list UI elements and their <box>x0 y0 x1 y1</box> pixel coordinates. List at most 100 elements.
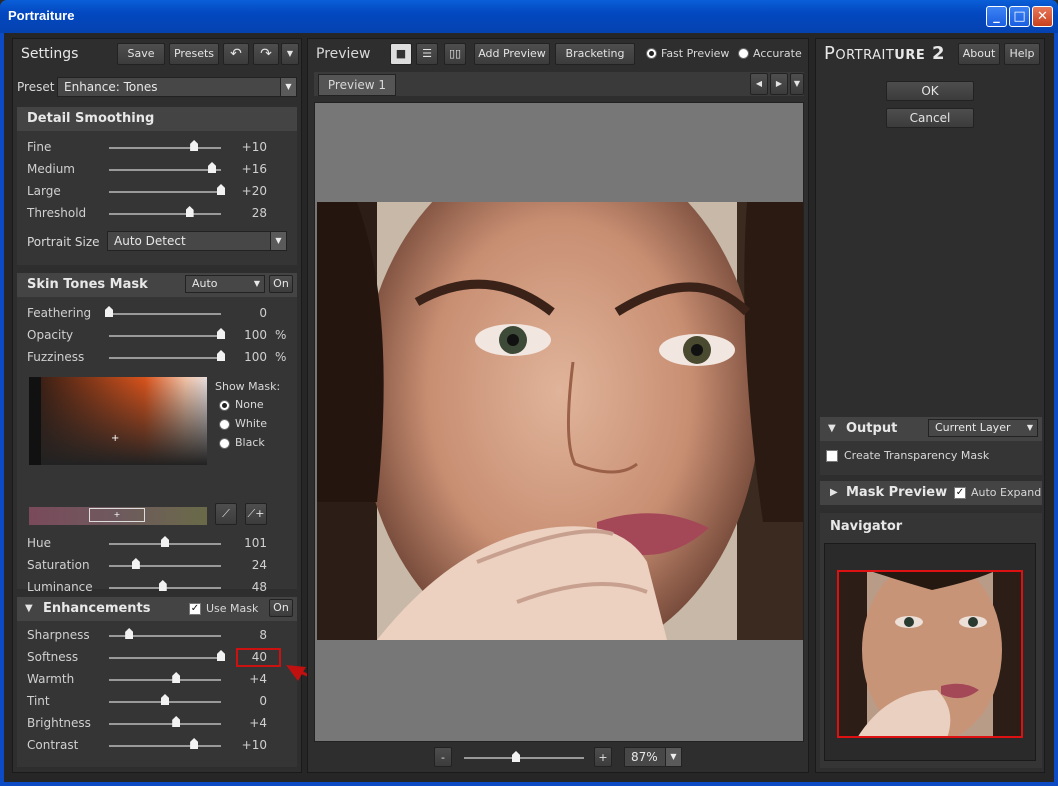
slider-value[interactable]: 101 <box>217 536 267 550</box>
tab-prev-button[interactable]: ◀ <box>750 73 768 95</box>
output-dropdown[interactable]: Current Layer ▼ <box>928 419 1038 437</box>
auto-expand-checkbox[interactable]: ✓ <box>954 487 966 499</box>
navigator-thumbnail[interactable] <box>837 570 1023 738</box>
skin-mode-value: Auto <box>192 277 218 290</box>
enhancements-toggle[interactable]: On <box>269 599 293 617</box>
slider-value[interactable]: +10 <box>217 738 267 752</box>
tab-menu-button[interactable]: ▼ <box>790 73 804 95</box>
ok-button[interactable]: OK <box>886 81 974 101</box>
undo-button[interactable]: ↶ <box>223 43 249 65</box>
slider-track[interactable] <box>109 313 221 315</box>
zoom-in-button[interactable]: + <box>594 747 612 767</box>
zoom-dropdown[interactable]: 87% ▼ <box>624 747 682 767</box>
split-vertical-button[interactable]: ▯▯ <box>444 43 466 65</box>
slider-track[interactable] <box>109 147 221 149</box>
slider-unit: % <box>275 328 287 342</box>
slider-track[interactable] <box>109 679 221 681</box>
skin-mask-toggle[interactable]: On <box>269 275 293 293</box>
slider-thumb[interactable] <box>172 716 181 727</box>
slider-thumb[interactable] <box>158 580 167 591</box>
skin-slider-fuzziness: Fuzziness 100% <box>17 347 297 369</box>
single-view-button[interactable]: ■ <box>390 43 412 65</box>
about-button[interactable]: About <box>958 43 1000 65</box>
mask-option-label: Black <box>235 436 265 449</box>
slider-value[interactable]: 28 <box>217 206 267 220</box>
slider-value[interactable]: +16 <box>217 162 267 176</box>
fast-preview-radio[interactable] <box>646 48 657 59</box>
slider-value[interactable]: 100 <box>217 350 267 364</box>
slider-value[interactable]: 0 <box>217 306 267 320</box>
presets-button[interactable]: Presets <box>169 43 219 65</box>
skin-mode-dropdown[interactable]: Auto ▼ <box>185 275 265 293</box>
close-button[interactable]: ✕ <box>1032 6 1053 27</box>
slider-value[interactable]: 24 <box>217 558 267 572</box>
add-preview-button[interactable]: Add Preview <box>474 43 550 65</box>
save-button[interactable]: Save <box>117 43 165 65</box>
slider-track[interactable] <box>109 565 221 567</box>
slider-track[interactable] <box>109 169 221 171</box>
preset-dropdown[interactable]: Enhance: Tones ▼ <box>57 77 297 97</box>
slider-thumb[interactable] <box>161 536 169 547</box>
maximize-button[interactable]: □ <box>1009 6 1030 27</box>
slider-track[interactable] <box>109 357 221 359</box>
settings-menu-button[interactable]: ▼ <box>281 43 299 65</box>
minimize-button[interactable]: _ <box>986 6 1007 27</box>
use-mask-checkbox[interactable]: ✓ <box>189 603 201 615</box>
enhancement-slider-warmth: Warmth +4 <box>17 669 297 691</box>
tab-preview-1[interactable]: Preview 1 <box>318 74 396 96</box>
redo-button[interactable]: ↷ <box>253 43 279 65</box>
slider-track[interactable] <box>109 723 221 725</box>
slider-value[interactable]: 8 <box>217 628 267 642</box>
split-horizontal-button[interactable]: ☰ <box>416 43 438 65</box>
slider-value[interactable]: +10 <box>217 140 267 154</box>
slider-label: Fuzziness <box>27 350 85 364</box>
slider-value[interactable]: 0 <box>217 694 267 708</box>
mask-radio-white[interactable] <box>219 419 230 430</box>
right-panel: Portraiture 2 About Help OK Cancel ▼ Out… <box>815 38 1045 773</box>
slider-thumb[interactable] <box>131 558 140 569</box>
slider-track[interactable] <box>109 191 221 193</box>
logo-part-a: Portrait <box>824 43 895 64</box>
hue-range-handle[interactable]: + <box>89 508 145 522</box>
collapse-triangle-icon[interactable]: ▼ <box>25 603 33 614</box>
slider-track[interactable] <box>109 657 221 659</box>
detail-slider-medium: Medium +16 <box>17 159 297 181</box>
slider-value[interactable]: +20 <box>217 184 267 198</box>
cancel-button[interactable]: Cancel <box>886 108 974 128</box>
transparency-mask-checkbox[interactable] <box>826 450 838 462</box>
slider-thumb[interactable] <box>190 738 199 749</box>
preview-canvas[interactable] <box>314 102 804 742</box>
eyedropper-plus-button[interactable]: ⟋+ <box>245 503 267 525</box>
accurate-radio[interactable] <box>738 48 749 59</box>
expand-triangle-icon[interactable]: ▶ <box>830 487 838 498</box>
slider-track[interactable] <box>109 745 221 747</box>
hue-range-bar[interactable]: + <box>29 507 207 525</box>
slider-thumb[interactable] <box>161 694 169 705</box>
zoom-slider-thumb[interactable] <box>512 751 520 762</box>
slider-track[interactable] <box>109 335 221 337</box>
collapse-triangle-icon[interactable]: ▼ <box>828 423 836 434</box>
slider-thumb[interactable] <box>185 206 194 217</box>
slider-thumb[interactable] <box>190 140 199 151</box>
zoom-slider[interactable] <box>464 751 584 762</box>
slider-thumb[interactable] <box>105 306 113 317</box>
mask-radio-none[interactable] <box>219 400 230 411</box>
zoom-out-button[interactable]: - <box>434 747 452 767</box>
slider-value[interactable]: +4 <box>217 672 267 686</box>
slider-value[interactable]: 48 <box>217 580 267 594</box>
slider-track[interactable] <box>109 213 221 215</box>
slider-value[interactable]: +4 <box>217 716 267 730</box>
skin-color-picker[interactable]: + <box>29 377 207 465</box>
slider-thumb[interactable] <box>125 628 134 639</box>
detail-smoothing-section: Detail Smoothing Fine +10 Medium +16 Large +2… <box>17 107 297 265</box>
chevron-down-icon: ▼ <box>253 279 260 288</box>
portrait-size-dropdown[interactable]: Auto Detect ▼ <box>107 231 287 251</box>
slider-thumb[interactable] <box>172 672 181 683</box>
tab-next-button[interactable]: ▶ <box>770 73 788 95</box>
slider-value[interactable]: 100 <box>217 328 267 342</box>
help-button[interactable]: Help <box>1004 43 1040 65</box>
mask-radio-black[interactable] <box>219 438 230 449</box>
slider-thumb[interactable] <box>208 162 217 173</box>
eyedropper-button[interactable]: ⟋ <box>215 503 237 525</box>
bracketing-button[interactable]: Bracketing <box>555 43 635 65</box>
